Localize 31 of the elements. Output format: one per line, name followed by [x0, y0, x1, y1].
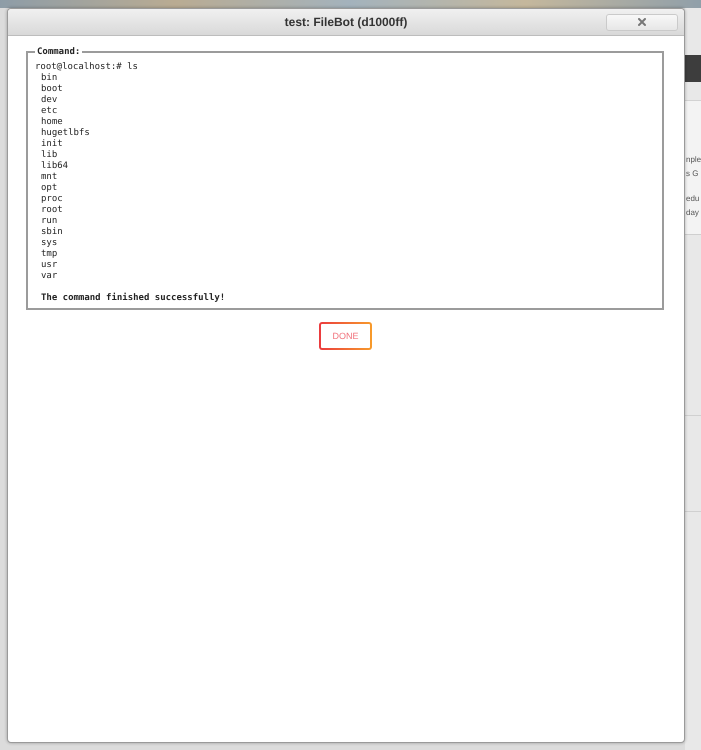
text-fragment: s G [686, 168, 700, 180]
done-button[interactable]: DONE [319, 322, 372, 350]
output-line: sbin [40, 227, 64, 238]
output-line: mnt [40, 172, 58, 183]
output-line: bin [40, 73, 58, 84]
output-line: hugetlbfs [40, 128, 91, 139]
output-line: run [40, 216, 58, 227]
text-fragment: day [686, 207, 700, 219]
output-line: lib [40, 150, 58, 161]
output-line: lib64 [40, 161, 70, 172]
output-line: opt [40, 183, 58, 194]
window-title: test: FileBot (d1000ff) [284, 15, 408, 29]
output-line: usr [40, 260, 58, 271]
output-line: tmp [40, 249, 58, 260]
output-line: boot [40, 84, 64, 95]
panel-legend: Command: [35, 47, 82, 57]
output-line: sys [40, 238, 58, 249]
output-line: root [40, 205, 64, 216]
output-line: dev [40, 95, 58, 106]
output-line: etc [40, 106, 58, 117]
header-bar [685, 55, 701, 82]
command-prompt: root@localhost:# ls [35, 62, 139, 73]
close-button[interactable] [606, 14, 678, 30]
status-message: The command finished successfully! [40, 293, 226, 304]
text-fragment: nple [686, 154, 701, 166]
output-line: init [40, 139, 64, 150]
output-line: home [40, 117, 64, 128]
output-line: proc [40, 194, 64, 205]
text-fragment: edu [686, 193, 700, 205]
close-icon [638, 18, 646, 26]
output-line: var [40, 271, 58, 282]
